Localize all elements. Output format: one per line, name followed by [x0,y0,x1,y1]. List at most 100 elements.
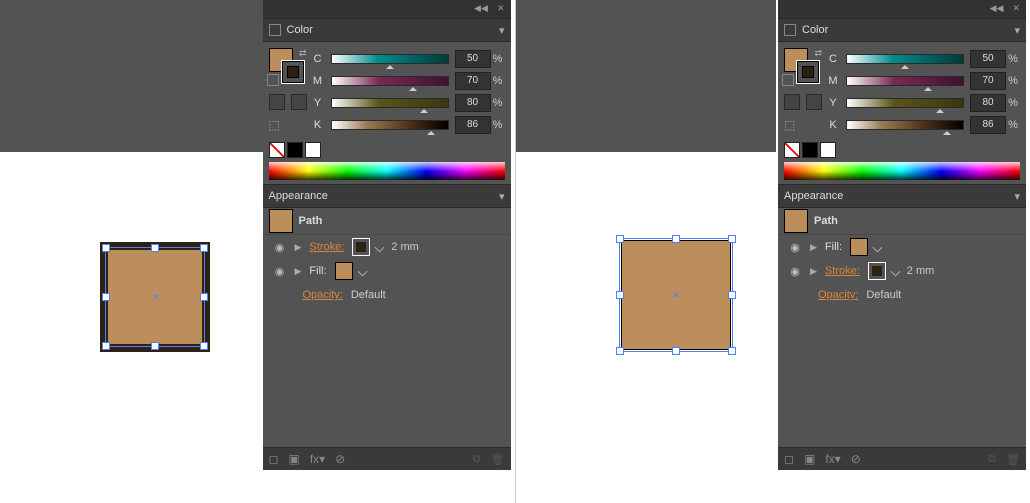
resize-handle[interactable] [102,293,110,301]
default-fill-stroke-icon[interactable] [782,74,794,86]
visibility-icon[interactable]: ◉ [273,241,287,254]
resize-handle[interactable] [672,347,680,355]
opacity-label[interactable]: Opacity: [818,289,858,301]
color-panel-header[interactable]: Color ▾ [778,19,1026,42]
white-swatch[interactable] [305,142,321,158]
clear-appearance-button[interactable]: ⊘ [335,452,345,466]
resize-handle[interactable] [616,235,624,243]
link-icon[interactable] [291,94,307,110]
resize-handle[interactable] [616,347,624,355]
stroke-row[interactable]: ◉ ▶ Stroke: 2 mm [778,259,1026,283]
magenta-value[interactable]: 70 [455,72,491,90]
fill-swatch-mini[interactable] [850,238,868,256]
disclosure-icon[interactable]: ▶ [295,242,302,253]
slider-knob[interactable] [427,127,435,135]
new-stroke-button[interactable]: ◻ [784,452,794,466]
stroke-label[interactable]: Stroke: [825,265,860,277]
magenta-slider[interactable] [331,76,449,86]
resize-handle[interactable] [200,244,208,252]
stroke-swatch[interactable] [796,60,820,84]
fx-button[interactable]: fx▾ [310,452,325,466]
slider-knob[interactable] [386,61,394,69]
yellow-slider[interactable] [331,98,449,108]
disclosure-icon[interactable]: ▶ [295,266,302,277]
disclosure-icon[interactable]: ▶ [810,266,817,277]
panel-menu-icon[interactable]: ▾ [499,190,505,203]
black-value[interactable]: 86 [970,116,1006,134]
panel-titlebar[interactable]: ◀◀ ✕ [778,0,1026,18]
slider-knob[interactable] [936,105,944,113]
stroke-swatch-mini[interactable] [868,262,886,280]
yellow-value[interactable]: 80 [970,94,1006,112]
resize-handle[interactable] [728,235,736,243]
collapse-icon[interactable]: ◀◀ [990,3,1004,14]
dropdown-icon[interactable] [357,266,367,276]
dropdown-icon[interactable] [890,266,900,276]
black-slider[interactable] [331,120,449,130]
panel-titlebar[interactable]: ◀◀ ✕ [263,0,511,18]
new-stroke-button[interactable]: ◻ [269,452,279,466]
swap-fill-stroke-icon[interactable]: ⇄ [814,48,822,59]
yellow-value[interactable]: 80 [455,94,491,112]
color-spectrum[interactable] [269,162,505,180]
magenta-value[interactable]: 70 [970,72,1006,90]
slider-knob[interactable] [420,105,428,113]
black-swatch[interactable] [802,142,818,158]
out-of-gamut-icon[interactable]: ⬚ [269,118,285,134]
panel-menu-icon[interactable]: ▾ [499,24,505,37]
resize-handle[interactable] [151,244,159,252]
visibility-icon[interactable]: ◉ [273,265,287,278]
resize-handle[interactable] [151,342,159,350]
none-swatch[interactable] [784,142,800,158]
yellow-slider[interactable] [846,98,964,108]
slider-knob[interactable] [924,83,932,91]
resize-handle[interactable] [200,293,208,301]
resize-handle[interactable] [102,244,110,252]
color-panel-header[interactable]: Color ▾ [263,19,511,42]
new-fill-button[interactable]: ▣ [288,452,299,466]
cyan-value[interactable]: 50 [455,50,491,68]
stroke-label[interactable]: Stroke: [309,241,344,253]
cyan-slider[interactable] [846,54,964,64]
selected-path-object[interactable]: ✕ [100,242,210,352]
resize-handle[interactable] [728,291,736,299]
dropdown-icon[interactable] [873,242,883,252]
opacity-row[interactable]: Opacity: Default [263,283,511,307]
clear-appearance-button[interactable]: ⊘ [851,452,861,466]
white-swatch[interactable] [820,142,836,158]
resize-handle[interactable] [616,291,624,299]
link-icon[interactable] [784,94,800,110]
disclosure-icon[interactable]: ▶ [810,242,817,253]
black-slider[interactable] [846,120,964,130]
slider-knob[interactable] [901,61,909,69]
close-icon[interactable]: ✕ [497,3,505,14]
fill-stroke-swatch[interactable]: ⇄ [784,48,820,84]
black-value[interactable]: 86 [455,116,491,134]
opacity-label[interactable]: Opacity: [303,289,343,301]
resize-handle[interactable] [102,342,110,350]
close-icon[interactable]: ✕ [1012,3,1020,14]
out-of-gamut-icon[interactable]: ⬚ [784,118,800,134]
black-swatch[interactable] [287,142,303,158]
stroke-row[interactable]: ◉ ▶ Stroke: 2 mm [263,235,511,259]
appearance-panel-header[interactable]: Appearance ▾ [778,185,1026,208]
link-icon[interactable] [806,94,822,110]
panel-menu-icon[interactable]: ▾ [1014,190,1020,203]
new-fill-button[interactable]: ▣ [804,452,815,466]
collapse-icon[interactable]: ◀◀ [474,3,488,14]
fill-row[interactable]: ◉ ▶ Fill: [263,259,511,283]
dropdown-icon[interactable] [375,242,385,252]
resize-handle[interactable] [200,342,208,350]
appearance-panel-header[interactable]: Appearance ▾ [263,185,511,208]
opacity-row[interactable]: Opacity: Default [778,283,1026,307]
fill-swatch-mini[interactable] [335,262,353,280]
magenta-slider[interactable] [846,76,964,86]
visibility-icon[interactable]: ◉ [788,241,802,254]
resize-handle[interactable] [728,347,736,355]
visibility-icon[interactable]: ◉ [788,265,802,278]
panel-menu-icon[interactable]: ▾ [1014,24,1020,37]
stroke-swatch[interactable] [281,60,305,84]
stroke-weight-value[interactable]: 2 mm [907,265,935,277]
default-fill-stroke-icon[interactable] [267,74,279,86]
color-spectrum[interactable] [784,162,1020,180]
